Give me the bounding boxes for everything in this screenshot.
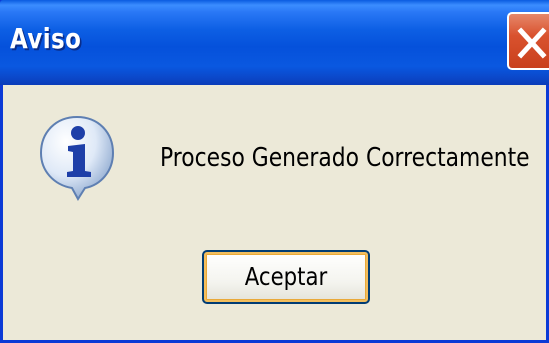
close-button[interactable] (507, 12, 549, 70)
info-icon (39, 115, 115, 201)
ok-button[interactable]: Aceptar (202, 250, 370, 304)
title-bar[interactable]: Aviso (0, 0, 549, 85)
close-icon (517, 27, 547, 59)
ok-button-label: Aceptar (244, 262, 328, 291)
dialog-window: Aviso Proceso Generado Correctamente Ace… (0, 0, 549, 343)
dialog-title: Aviso (10, 22, 82, 55)
dialog-message: Proceso Generado Correctamente (160, 143, 530, 173)
dialog-body: Proceso Generado Correctamente Aceptar (3, 85, 546, 340)
